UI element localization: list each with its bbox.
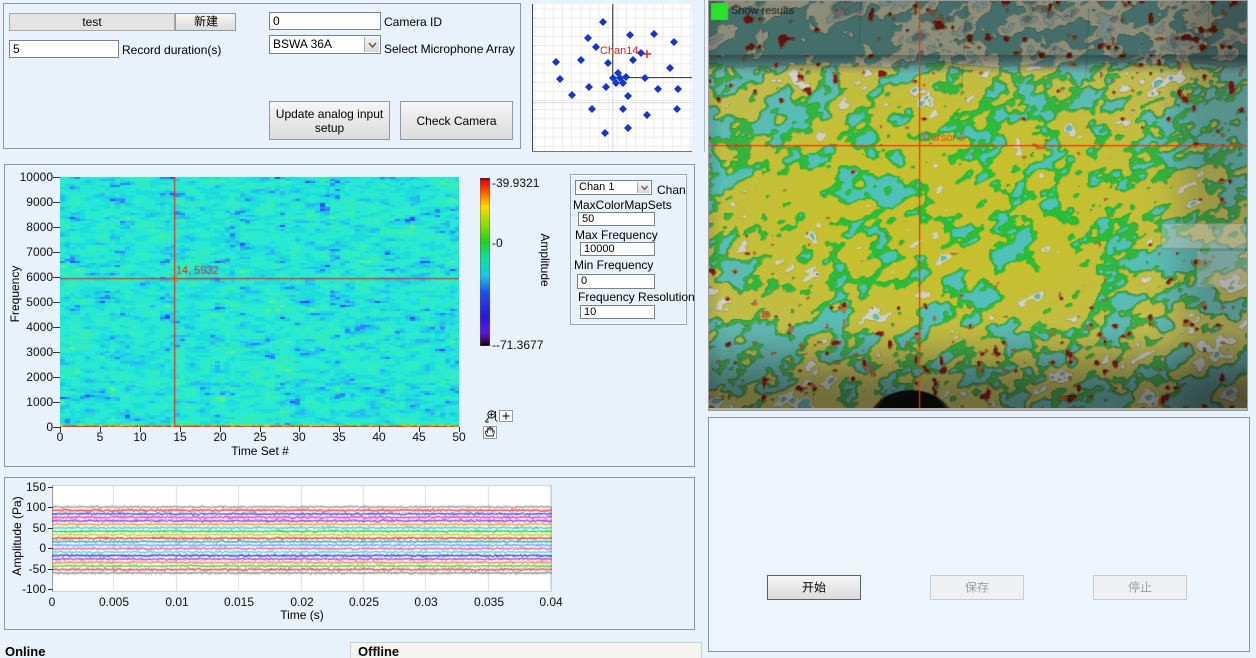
svg-text:Chan14: Chan14	[600, 45, 639, 57]
